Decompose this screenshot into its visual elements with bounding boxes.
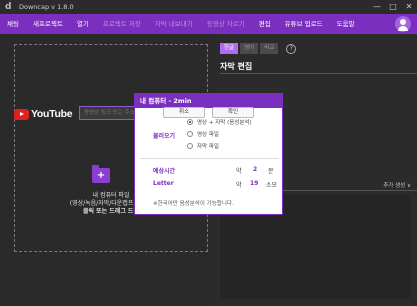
menu-help[interactable]: 도움말 [330,14,362,34]
maximize-button[interactable]: □ [385,0,401,14]
confirm-button[interactable]: 확인 [212,107,254,118]
youtube-logo: YouTube [14,108,73,120]
option-subtitle-file[interactable]: 자막 파일 [187,142,219,150]
option-label: 자막 파일 [197,144,219,150]
minimize-button[interactable]: — [369,0,385,14]
close-button[interactable]: ✕ [401,0,417,14]
menu-chat[interactable]: 채팅 [0,14,26,34]
menu-bar: 채팅 새프로젝트 열기 프로젝트 저장 자막 내보내기 동영상 자르기 편집 유… [0,14,417,34]
letter-value: 19 [250,180,259,187]
import-dialog: 내 컴퓨터 - 2min 불러오기 영상 + 자막 (음성분석) 영상 파일 자… [134,93,283,215]
tab-korean[interactable]: 한글 [220,43,239,54]
option-video-subtitle[interactable]: 영상 + 자막 (음성분석) [187,118,252,126]
subtitle-edit-title: 자막 편집 [220,62,253,71]
title-bar: d Downcap v 1.8.0 — □ ✕ [0,0,417,14]
menu-save-project[interactable]: 프로젝트 저장 [96,14,148,34]
dialog-title: 내 컴퓨터 - 2min [135,94,282,108]
window-title: Downcap v 1.8.0 [19,3,74,11]
youtube-text: YouTube [31,108,73,120]
plus-icon: + [96,170,106,181]
option-label: 영상 파일 [197,132,219,138]
import-label: 불러오기 [153,133,176,140]
add-generate-dropdown[interactable]: 추가 생성 ∨ [383,181,411,189]
app-logo-icon: d [5,2,12,12]
menu-trim-video[interactable]: 동영상 자르기 [200,14,252,34]
menu-new-project[interactable]: 새프로젝트 [26,14,70,34]
window-controls: — □ ✕ [369,0,417,14]
radio-icon[interactable] [187,143,193,149]
korean-only-note: ※한국어만 음성분석이 가능합니다. [153,201,234,207]
divider [140,158,279,159]
radio-icon[interactable] [187,131,193,137]
option-label: 영상 + 자막 (음성분석) [197,120,252,126]
youtube-play-icon [14,108,29,120]
dialog-body: 불러오기 영상 + 자막 (음성분석) 영상 파일 자막 파일 예상시간 약 2… [135,108,282,214]
help-icon[interactable]: ? [286,43,297,54]
est-time-prefix: 약 [236,168,242,175]
letter-label: Letter [153,180,174,187]
est-time-value: 2 [253,166,258,173]
menu-export-subtitles[interactable]: 자막 내보내기 [148,14,200,34]
menu-open[interactable]: 열기 [70,14,96,34]
letter-unit: 소모 [266,182,278,189]
est-time-label: 예상시간 [153,168,176,175]
language-tabs: 한글 영어 비교 ? [220,43,297,54]
menu-youtube-upload[interactable]: 유튜브 업로드 [278,14,330,34]
cancel-button[interactable]: 취소 [163,107,205,118]
folder-add-icon[interactable]: + [92,165,110,183]
option-video-file[interactable]: 영상 파일 [187,130,219,138]
radio-checked-icon[interactable] [187,119,193,125]
tab-compare[interactable]: 비교 [260,43,279,54]
letter-prefix: 약 [236,182,242,189]
menu-edit[interactable]: 편집 [252,14,278,34]
user-avatar-icon[interactable] [395,16,411,32]
est-time-unit: 분 [268,168,274,175]
tab-english[interactable]: 영어 [240,43,259,54]
title-divider [220,73,417,74]
